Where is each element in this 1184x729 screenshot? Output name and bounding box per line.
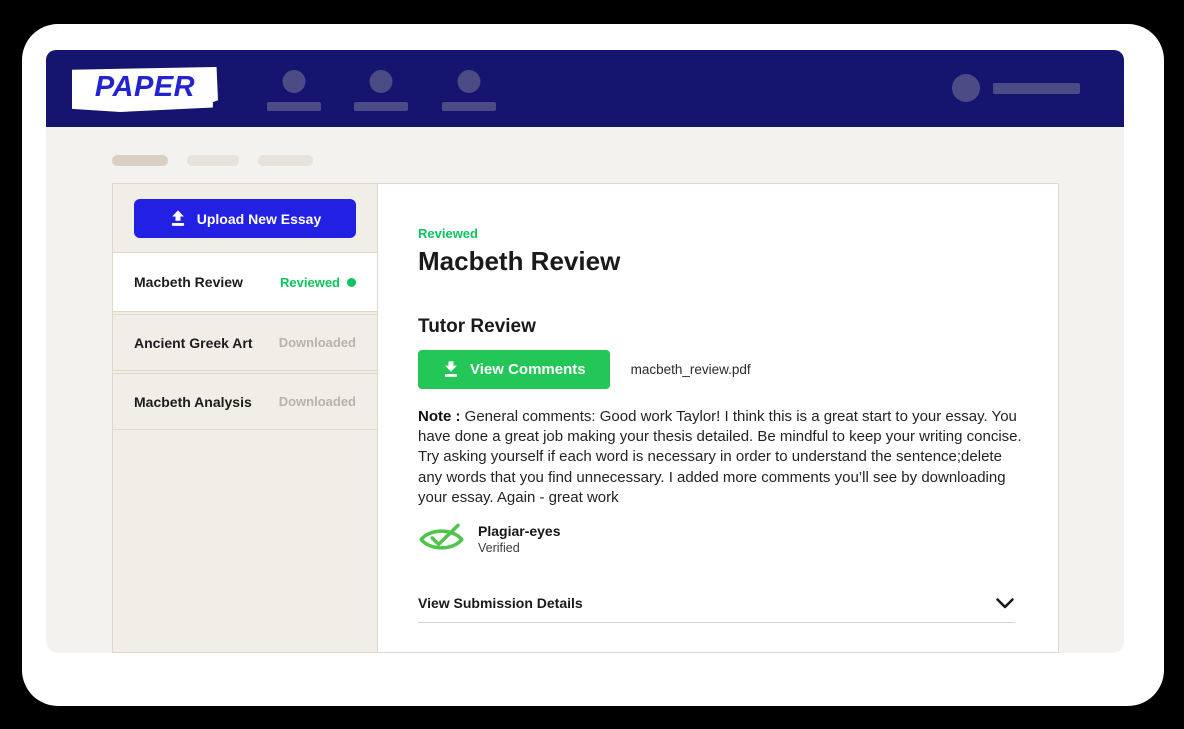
content-card: Upload New Essay Macbeth Review Reviewed… bbox=[112, 183, 1059, 653]
window-card: PAPER bbox=[22, 24, 1164, 706]
tutor-review-heading: Tutor Review bbox=[418, 316, 1022, 338]
breadcrumb-placeholder-2[interactable] bbox=[187, 155, 239, 166]
download-icon bbox=[442, 361, 460, 378]
paper-logo-text: PAPER bbox=[95, 71, 195, 104]
sidebar-item-macbeth-review[interactable]: Macbeth Review Reviewed bbox=[113, 253, 377, 312]
user-avatar-placeholder-icon bbox=[952, 74, 980, 102]
upload-section: Upload New Essay bbox=[113, 184, 377, 253]
view-comments-label: View Comments bbox=[470, 361, 586, 378]
status-badge: Downloaded bbox=[279, 394, 356, 409]
eye-check-icon bbox=[418, 522, 465, 555]
upload-new-essay-button[interactable]: Upload New Essay bbox=[134, 199, 356, 238]
essay-name: Macbeth Analysis bbox=[134, 394, 252, 410]
submission-details-label: View Submission Details bbox=[418, 595, 583, 611]
comments-row: View Comments macbeth_review.pdf bbox=[418, 350, 1022, 389]
breadcrumb bbox=[112, 155, 313, 166]
breadcrumb-placeholder-1[interactable] bbox=[112, 155, 168, 166]
reviewed-file-name: macbeth_review.pdf bbox=[631, 362, 751, 377]
status-label: Reviewed bbox=[280, 275, 340, 290]
paper-logo[interactable]: PAPER bbox=[72, 67, 218, 112]
plagiarism-check-block: Plagiar-eyes Verified bbox=[418, 522, 1022, 555]
nav-label-placeholder bbox=[442, 102, 496, 111]
top-nav-bar: PAPER bbox=[46, 50, 1124, 127]
page-title: Macbeth Review bbox=[418, 246, 1022, 277]
view-comments-button[interactable]: View Comments bbox=[418, 350, 610, 389]
essay-name: Ancient Greek Art bbox=[134, 335, 253, 351]
section-divider bbox=[418, 622, 1015, 623]
sidebar-item-macbeth-analysis[interactable]: Macbeth Analysis Downloaded bbox=[113, 373, 377, 430]
status-badge: Reviewed bbox=[280, 275, 356, 290]
upload-button-label: Upload New Essay bbox=[197, 211, 322, 227]
breadcrumb-placeholder-3[interactable] bbox=[258, 155, 313, 166]
chevron-down-icon bbox=[995, 597, 1015, 610]
app-frame: PAPER bbox=[46, 50, 1124, 653]
view-submission-details-toggle[interactable]: View Submission Details bbox=[418, 595, 1015, 611]
nav-item-placeholder-2[interactable] bbox=[354, 50, 408, 127]
nav-avatar-placeholder-icon bbox=[370, 70, 393, 93]
page-body: Upload New Essay Macbeth Review Reviewed… bbox=[46, 127, 1124, 653]
nav-avatar-placeholder-icon bbox=[458, 70, 481, 93]
nav-avatar-placeholder-icon bbox=[283, 70, 306, 93]
nav-item-placeholder-3[interactable] bbox=[442, 50, 496, 127]
plagiarism-status: Verified bbox=[478, 541, 561, 555]
plagiarism-tool-name: Plagiar-eyes bbox=[478, 523, 561, 539]
essay-detail-panel: Reviewed Macbeth Review Tutor Review Vie… bbox=[378, 184, 1058, 652]
nav-label-placeholder bbox=[354, 102, 408, 111]
sidebar-item-ancient-greek-art[interactable]: Ancient Greek Art Downloaded bbox=[113, 314, 377, 371]
tutor-note: Note : General comments: Good work Taylo… bbox=[418, 407, 1022, 508]
review-status-label: Reviewed bbox=[418, 226, 1022, 241]
essay-name: Macbeth Review bbox=[134, 274, 243, 290]
reviewed-dot-icon bbox=[347, 278, 356, 287]
status-badge: Downloaded bbox=[279, 335, 356, 350]
essay-sidebar: Upload New Essay Macbeth Review Reviewed… bbox=[113, 184, 378, 652]
user-menu-placeholder[interactable] bbox=[952, 50, 1080, 127]
note-text: General comments: Good work Taylor! I th… bbox=[418, 408, 1022, 506]
user-name-placeholder bbox=[993, 83, 1080, 94]
upload-icon bbox=[169, 210, 187, 227]
nav-label-placeholder bbox=[267, 102, 321, 111]
nav-item-placeholder-1[interactable] bbox=[267, 50, 321, 127]
note-label: Note : bbox=[418, 408, 461, 425]
